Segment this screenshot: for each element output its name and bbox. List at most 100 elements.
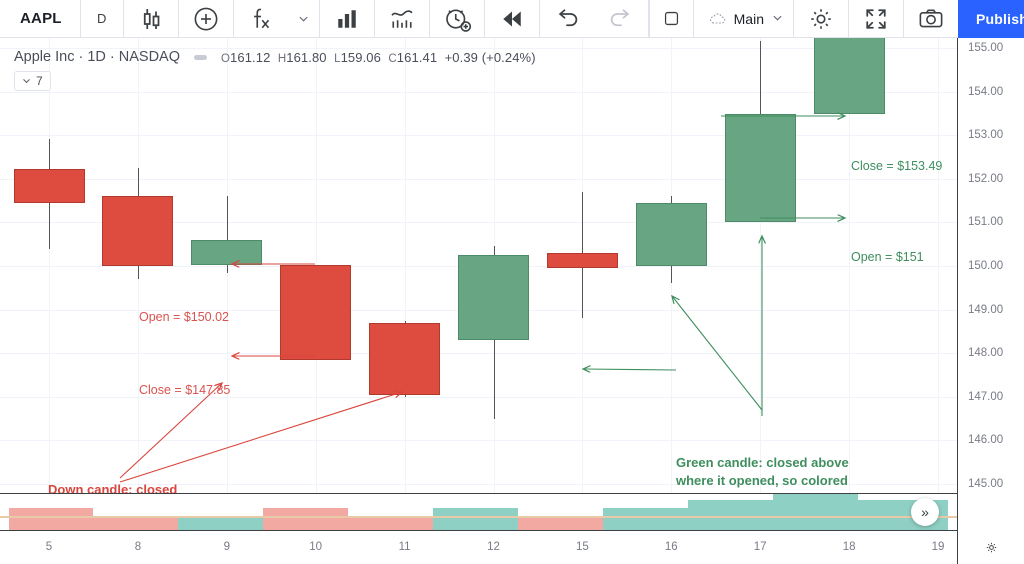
minimap-overview[interactable]: » [0,493,957,531]
minimap-bar[interactable] [688,500,773,530]
candle-body[interactable] [724,113,796,223]
publish-button[interactable]: Publish [958,0,1024,38]
minimap-trendline [0,516,957,518]
layout-icon[interactable] [650,0,693,37]
ohlc-close-label: C [388,52,397,65]
alarm-plus-icon[interactable] [430,0,484,37]
candle-body[interactable] [280,265,352,360]
fullscreen-icon[interactable] [849,0,903,37]
time-tick-label: 9 [223,541,230,553]
candle-body[interactable] [635,202,707,266]
undo-icon[interactable] [540,0,594,37]
annotation-line: Open = $150.02 [139,310,230,324]
ohlc-close-value: 161.41 [396,49,438,65]
time-tick-label: 18 [842,541,856,553]
time-tick-label: 5 [45,541,53,553]
annotation-line: Close = $153.49 [851,159,943,173]
ohlc-open-label: O [221,52,231,65]
annotation-line: Green candle: closed above [676,455,849,470]
candle-body[interactable] [458,255,529,341]
price-tick-label: 154.00 [968,85,1004,98]
add-indicator-icon[interactable] [179,0,233,37]
indicator-count-badge[interactable]: 7 [14,71,51,91]
formula-icon[interactable] [234,0,288,37]
chart-legend: Apple Inc · 1D · NASDAQ O161.12 H161.80 … [14,49,536,91]
main-layout-button[interactable]: Main [694,0,793,37]
time-tick-label: 11 [398,541,411,553]
price-tick-label: 152.00 [968,172,1004,185]
annotation-line: Close = $147.85 [139,383,231,397]
price-tick-label: 151.00 [968,216,1004,229]
chevron-down-icon[interactable] [764,12,783,26]
price-tick-label: 146.00 [968,434,1004,447]
gridline-horizontal [0,353,957,355]
candle-body[interactable] [13,169,85,203]
time-tick-label: 15 [575,541,589,553]
replay-icon[interactable] [485,0,539,37]
minimap-bar[interactable] [9,508,93,530]
gridline-horizontal [0,135,957,137]
candle-body[interactable] [191,239,263,266]
minimap-bar[interactable] [603,508,688,530]
price-tick-label: 155.00 [968,42,1004,54]
scroll-to-realtime-button[interactable]: » [911,498,939,526]
ohlc-high-label: H [277,52,287,65]
main-layout-label: Main [733,10,764,27]
gridline-horizontal [0,178,957,180]
sparkline-icon[interactable] [375,0,429,37]
down-candle-note: Down candle: closedbelow where it opened… [48,481,191,493]
price-tick-label: 149.00 [968,303,1004,316]
indicator-count-label: 7 [36,74,43,88]
symbol-button[interactable]: AAPL [0,0,80,37]
legend-ohlc: O161.12 H161.80 L159.06 C161.41 +0.39 (+… [221,50,536,65]
chart-application: AAPL D Main Publish Open = $150.02 Close… [0,0,1024,564]
price-tick-label: 147.00 [968,390,1004,403]
time-tick-label: 10 [309,541,323,553]
open-green-label: Open = $151 [851,250,924,264]
chevron-down-icon [22,76,31,87]
minimap-bar[interactable] [93,516,178,530]
chart-area: Open = $150.02 Close = $147.85 Down candle… [0,38,1024,564]
snapshot-camera-icon[interactable] [904,0,958,37]
ohlc-low-value: 159.06 [340,49,381,65]
annotation-line: Open = $151 [851,250,924,264]
minimap-bar[interactable] [263,508,348,530]
price-plot[interactable]: Open = $150.02 Close = $147.85 Down candle… [0,38,957,493]
minimap-bar[interactable] [773,494,858,530]
legend-status-dot [194,54,207,60]
ohlc-change-value: +0.39 (+0.24%) [444,49,536,65]
ohlc-high-value: 161.80 [286,49,327,65]
time-tick-label: 17 [753,541,767,553]
axis-settings-gear-icon[interactable] [957,531,1024,564]
time-tick-label: 16 [664,541,678,553]
minimap-bar[interactable] [348,516,433,530]
interval-button[interactable]: D [81,0,123,37]
candle-body[interactable] [369,322,441,395]
time-tick-label: 8 [134,541,142,553]
gear-icon[interactable] [794,0,848,37]
time-axis[interactable]: 5 8 9 10 11 12 15 16 17 18 19 [0,531,957,564]
annotation-line: Down candle: closed [48,482,178,493]
price-tick-label: 148.00 [968,347,1004,360]
time-tick-label: 19 [931,541,945,553]
redo-icon[interactable] [594,0,648,37]
price-tick-label: 150.00 [968,260,1004,272]
annotation-line: where it opened, so colored [676,472,848,488]
minimap-bar[interactable] [178,516,263,530]
candle-body[interactable] [813,38,885,114]
bar-chart-icon[interactable] [320,0,374,37]
legend-title: Apple Inc · 1D · NASDAQ [14,49,180,65]
legend-main-row: Apple Inc · 1D · NASDAQ O161.12 H161.80 … [14,49,536,65]
price-axis[interactable]: 155.00 154.00 153.00 152.00 151.00 150.00 149.… [957,38,1024,531]
close-green-label: Close = $153.49 [851,159,942,173]
minimap-bar[interactable] [518,516,603,530]
candle-body[interactable] [546,252,618,269]
minimap-bar[interactable] [433,508,518,530]
gridline-horizontal [0,440,957,442]
ohlc-open-value: 161.12 [230,49,271,65]
candle-style-icon[interactable] [124,0,178,37]
time-tick-label: 12 [487,541,500,553]
price-tick-label: 153.00 [968,129,1004,142]
formula-dropdown-icon[interactable] [288,0,319,37]
candle-body[interactable] [102,196,174,266]
